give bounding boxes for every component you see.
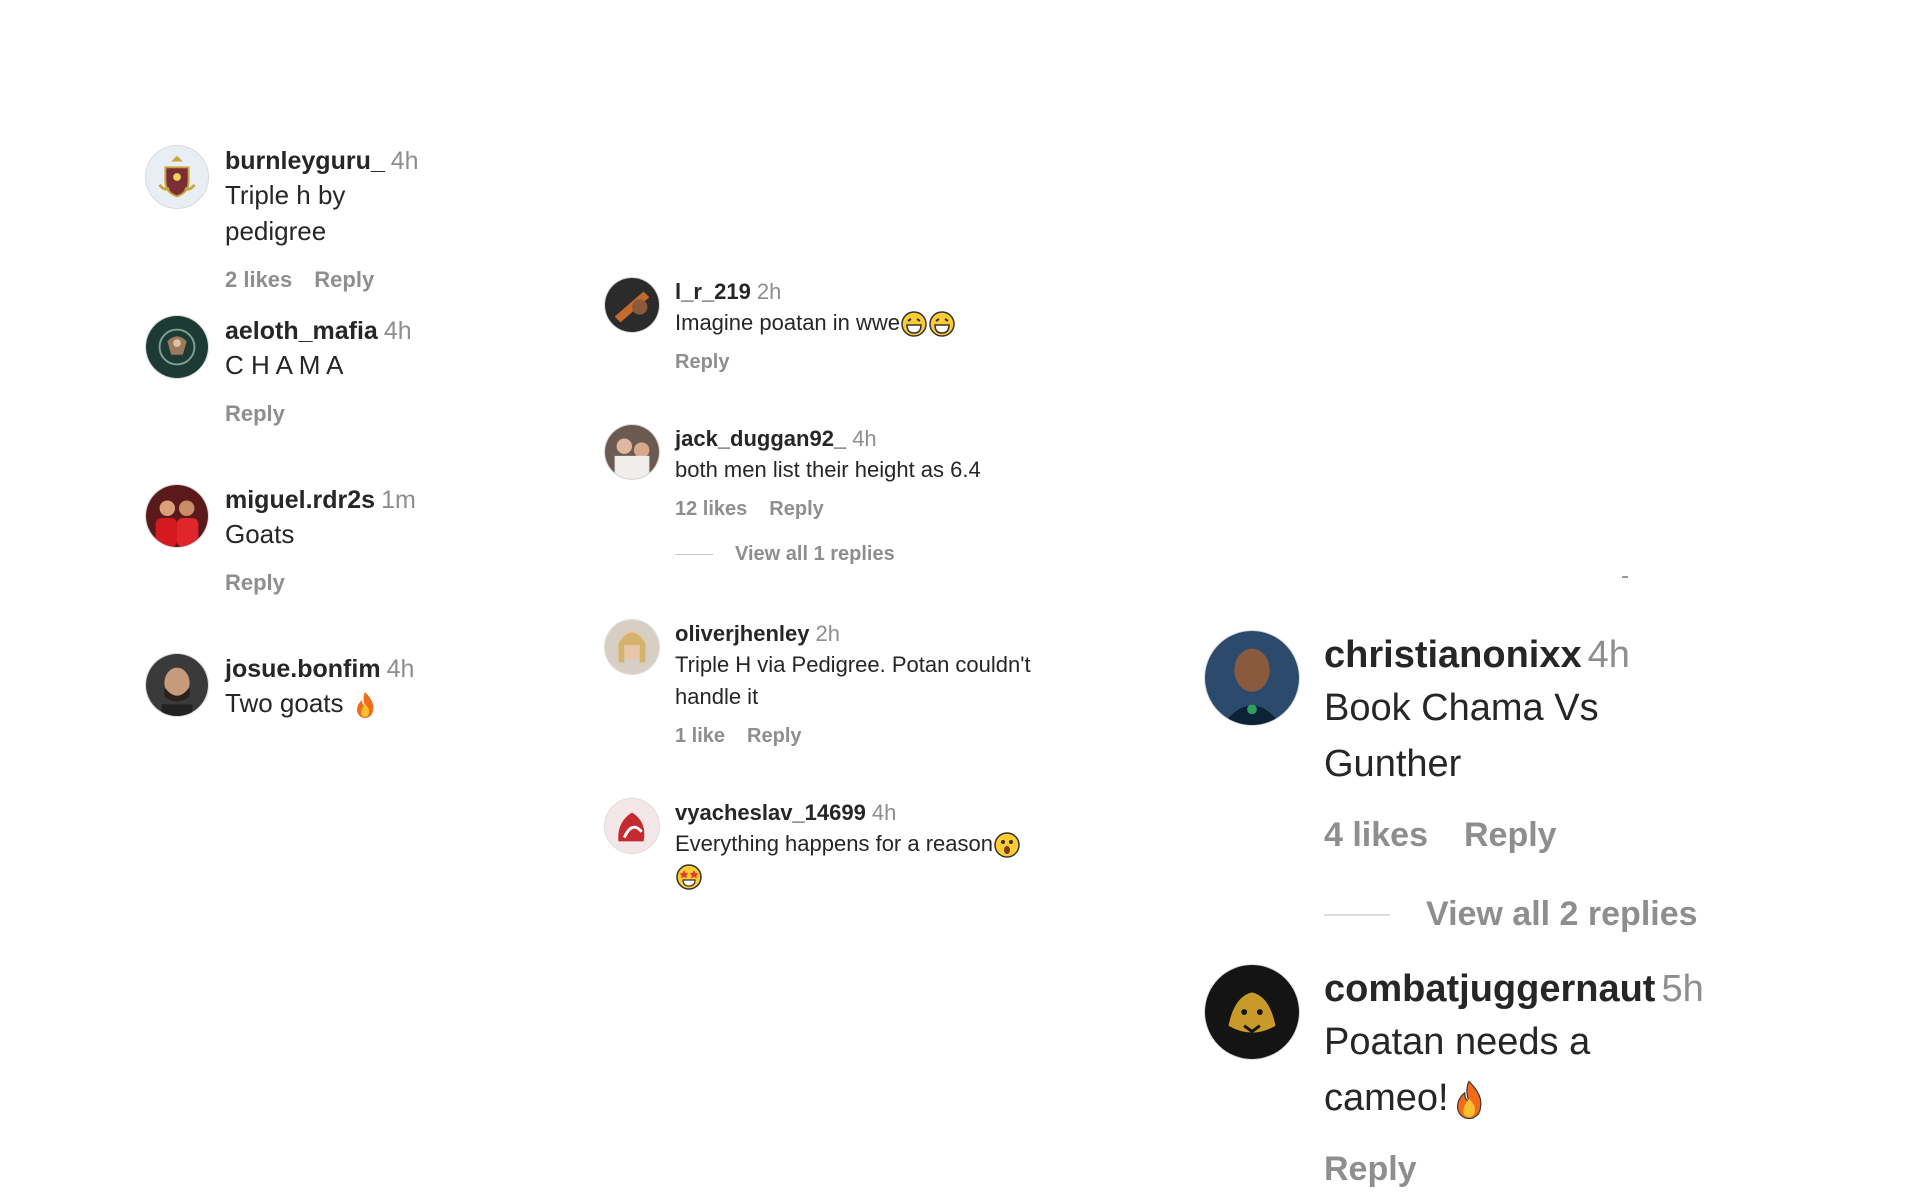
comment-username[interactable]: burnleyguru_ (225, 147, 385, 175)
reply-button[interactable]: Reply (675, 351, 729, 373)
comment-username[interactable]: l_r_219 (675, 279, 751, 304)
laughing-emoji-icon (901, 311, 927, 337)
fire-emoji-icon (1456, 1080, 1482, 1120)
comment-timestamp: 4h (390, 147, 419, 175)
comment-timestamp: 4h (386, 655, 415, 683)
fire-emoji-icon (356, 692, 374, 719)
avatar-l-r-219[interactable] (604, 277, 660, 333)
comment-username[interactable]: miguel.rdr2s (225, 486, 375, 514)
like-count[interactable]: 4 likes (1324, 816, 1428, 854)
comment-body: vyacheslav_14699 4h Everything happens fo… (675, 798, 1095, 892)
comment-body: burnleyguru_ 4h Triple h by pedigree 2 li… (225, 145, 419, 293)
reply-button[interactable]: Reply (225, 570, 285, 595)
profile-photo-icon (605, 620, 659, 674)
comment-body: combatjuggernaut 5h Poatan needs a cameo!… (1324, 964, 1704, 1189)
view-replies-label: View all 2 replies (1426, 895, 1698, 933)
comment-text: both men list their height as 6.4 (675, 457, 981, 482)
avatar-burnleyguru[interactable] (145, 145, 209, 209)
team-logo-icon (1205, 965, 1299, 1059)
comment-timestamp: 4h (383, 317, 412, 345)
comment-username[interactable]: vyacheslav_14699 (675, 800, 866, 825)
comment-timestamp: 1m (381, 486, 416, 514)
astonished-emoji-icon (994, 832, 1020, 858)
avatar-aeloth-mafia[interactable] (145, 315, 209, 379)
comment-body: miguel.rdr2s 1m Goats Reply (225, 484, 416, 596)
avatar-miguel-rdr2s[interactable] (145, 484, 209, 548)
avatar-vyacheslav-14699[interactable] (604, 798, 660, 854)
profile-photo-icon (605, 278, 659, 332)
view-replies-button[interactable]: View all 1 replies (675, 543, 1095, 566)
comment-body: christianonixx 4h Book Chama Vs Gunther 4… (1324, 630, 1698, 934)
reply-button[interactable]: Reply (1464, 816, 1557, 854)
comment-timestamp: 4h (871, 800, 897, 825)
comment-text: Two goats (225, 688, 344, 718)
view-replies-label: View all 1 replies (735, 543, 895, 565)
comment-timestamp: 4h (1587, 634, 1630, 676)
like-count[interactable]: 1 like (675, 725, 725, 747)
profile-photo-icon (605, 799, 659, 853)
reply-button[interactable]: Reply (314, 267, 374, 292)
comment-timestamp: 2h (756, 279, 782, 304)
comment-body: aeloth_mafia 4h C H A M A Reply (225, 315, 412, 427)
profile-photo-icon (146, 654, 208, 716)
profile-photo-icon (1205, 631, 1299, 725)
avatar-christianonixx[interactable] (1204, 630, 1300, 726)
view-replies-button[interactable]: View all 2 replies (1324, 895, 1698, 934)
comment-username[interactable]: combatjuggernaut (1324, 968, 1655, 1010)
comment-text: Everything happens for a reason (675, 831, 993, 856)
comment-username[interactable]: oliverjhenley (675, 621, 810, 646)
reply-button[interactable]: Reply (769, 498, 823, 520)
comment-text: Imagine poatan in wwe (675, 310, 901, 335)
comment-body: oliverjhenley 2h Triple H via Pedigree. P… (675, 619, 1075, 748)
star-struck-emoji-icon (676, 864, 702, 890)
comment-username[interactable]: jack_duggan92_ (675, 426, 846, 451)
profile-photo-icon (146, 485, 208, 547)
comment-username[interactable]: christianonixx (1324, 634, 1582, 676)
replies-divider (1324, 913, 1390, 916)
laughing-emoji-icon (929, 311, 955, 337)
comment-text: Triple h by pedigree (225, 180, 346, 246)
stray-dot (1622, 576, 1628, 578)
comment-body: josue.bonfim 4h Two goats (225, 653, 414, 721)
comment-username[interactable]: aeloth_mafia (225, 317, 378, 345)
avatar-jack-duggan92[interactable] (604, 424, 660, 480)
club-crest-icon (146, 146, 208, 208)
avatar-combatjuggernaut[interactable] (1204, 964, 1300, 1060)
reply-button[interactable]: Reply (747, 725, 801, 747)
profile-photo-icon (605, 425, 659, 479)
reply-button[interactable]: Reply (1324, 1150, 1417, 1188)
comment-body: l_r_219 2h Imagine poatan in wwe Reply (675, 277, 1095, 374)
like-count[interactable]: 2 likes (225, 267, 292, 292)
avatar-oliverjhenley[interactable] (604, 619, 660, 675)
comment-text: Book Chama Vs Gunther (1324, 687, 1599, 785)
replies-divider (675, 554, 713, 555)
comment-text: Triple H via Pedigree. Potan couldn't ha… (675, 652, 1031, 709)
comment-text: C H A M A (225, 350, 344, 380)
comment-timestamp: 5h (1661, 968, 1704, 1010)
comment-timestamp: 2h (815, 621, 840, 646)
avatar-josue-bonfim[interactable] (145, 653, 209, 717)
emblem-icon (146, 316, 208, 378)
reply-button[interactable]: Reply (225, 401, 285, 426)
like-count[interactable]: 12 likes (675, 498, 747, 520)
comment-username[interactable]: josue.bonfim (225, 655, 381, 683)
comment-timestamp: 4h (852, 426, 877, 451)
comment-text: Goats (225, 519, 295, 549)
comment-body: jack_duggan92_ 4h both men list their hei… (675, 424, 1095, 566)
